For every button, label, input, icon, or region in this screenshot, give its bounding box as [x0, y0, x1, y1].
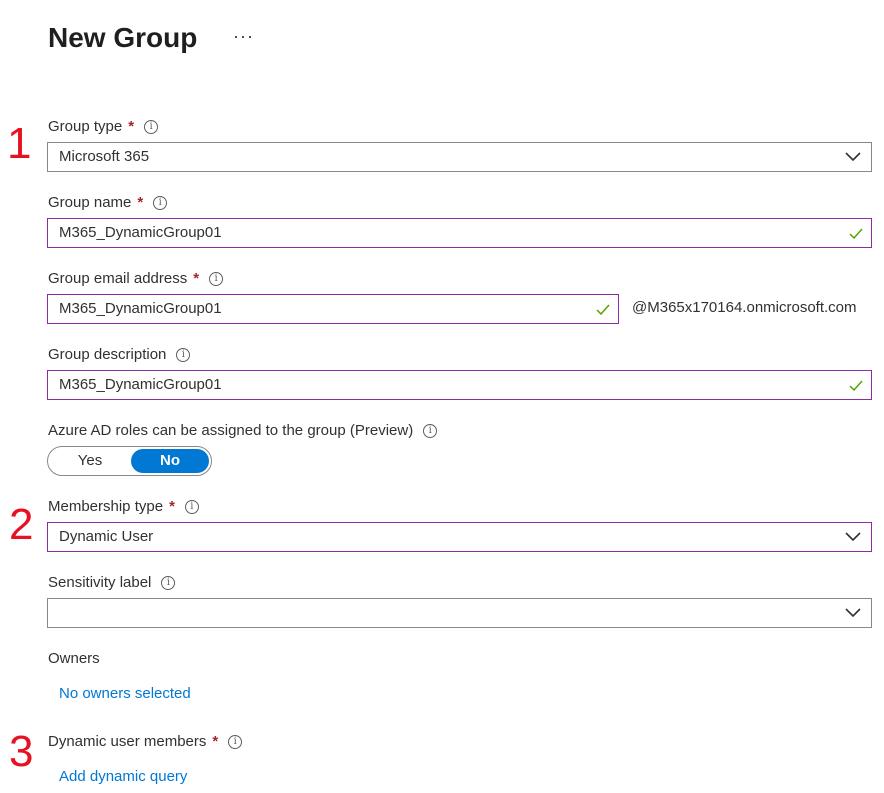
group-email-input[interactable]: M365_DynamicGroup01	[47, 294, 619, 324]
group-type-label: Group type * i	[48, 117, 159, 137]
chevron-down-icon	[845, 532, 861, 542]
sensitivity-label-text: Sensitivity label	[48, 574, 152, 591]
group-description-input[interactable]: M365_DynamicGroup01	[47, 370, 872, 400]
step-number-1: 1	[7, 119, 32, 168]
sensitivity-label-dropdown[interactable]	[47, 598, 872, 628]
add-dynamic-query-link[interactable]: Add dynamic query	[59, 767, 187, 787]
group-description-label-text: Group description	[48, 346, 167, 363]
group-email-label-text: Group email address	[48, 270, 188, 287]
toggle-yes-option[interactable]: Yes	[48, 447, 132, 475]
info-icon[interactable]: i	[209, 272, 224, 286]
group-email-value: M365_DynamicGroup01	[59, 300, 222, 317]
sensitivity-label-label: Sensitivity label i	[48, 573, 176, 593]
membership-type-value: Dynamic User	[59, 528, 154, 545]
group-description-value: M365_DynamicGroup01	[59, 376, 222, 393]
step-number-3: 3	[9, 727, 34, 776]
dynamic-user-members-label-text: Dynamic user members	[48, 733, 207, 750]
membership-type-label: Membership type * i	[48, 497, 199, 517]
group-type-label-text: Group type	[48, 118, 123, 135]
info-icon[interactable]: i	[423, 424, 438, 438]
membership-type-label-text: Membership type	[48, 498, 164, 515]
owners-label: Owners	[48, 650, 100, 667]
info-icon[interactable]: i	[153, 196, 168, 210]
info-icon[interactable]: i	[176, 348, 191, 362]
group-type-value: Microsoft 365	[59, 148, 150, 165]
checkmark-icon	[849, 228, 863, 239]
checkmark-icon	[596, 304, 610, 315]
group-description-label: Group description i	[48, 345, 191, 365]
dynamic-user-members-label: Dynamic user members * i	[48, 732, 243, 752]
azure-ad-roles-label: Azure AD roles can be assigned to the gr…	[48, 421, 438, 441]
chevron-down-icon	[845, 608, 861, 618]
required-marker: *	[137, 194, 144, 211]
more-icon[interactable]: ···	[233, 22, 254, 50]
required-marker: *	[169, 498, 175, 515]
group-type-dropdown[interactable]: Microsoft 365	[47, 142, 872, 172]
group-name-input[interactable]: M365_DynamicGroup01	[47, 218, 872, 248]
checkmark-icon	[849, 380, 863, 391]
info-icon[interactable]: i	[161, 576, 176, 590]
info-icon[interactable]: i	[144, 120, 159, 134]
required-marker: *	[212, 733, 219, 750]
info-icon[interactable]: i	[228, 735, 243, 749]
chevron-down-icon	[845, 152, 861, 162]
azure-ad-roles-label-text: Azure AD roles can be assigned to the gr…	[48, 422, 414, 439]
email-domain-suffix: @M365x170164.onmicrosoft.com	[632, 299, 857, 316]
toggle-no-option[interactable]: No	[131, 449, 209, 473]
step-number-2: 2	[9, 500, 34, 549]
membership-type-dropdown[interactable]: Dynamic User	[47, 522, 872, 552]
azure-ad-roles-toggle[interactable]: Yes No	[47, 446, 212, 476]
group-name-value: M365_DynamicGroup01	[59, 224, 222, 241]
required-marker: *	[193, 270, 200, 287]
group-email-label: Group email address * i	[48, 269, 224, 289]
info-icon[interactable]: i	[184, 500, 199, 514]
no-owners-selected-link[interactable]: No owners selected	[59, 684, 191, 704]
required-marker: *	[128, 118, 135, 135]
page-title: New Group	[48, 22, 198, 53]
group-name-label-text: Group name	[48, 194, 132, 211]
group-name-label: Group name * i	[48, 193, 168, 213]
